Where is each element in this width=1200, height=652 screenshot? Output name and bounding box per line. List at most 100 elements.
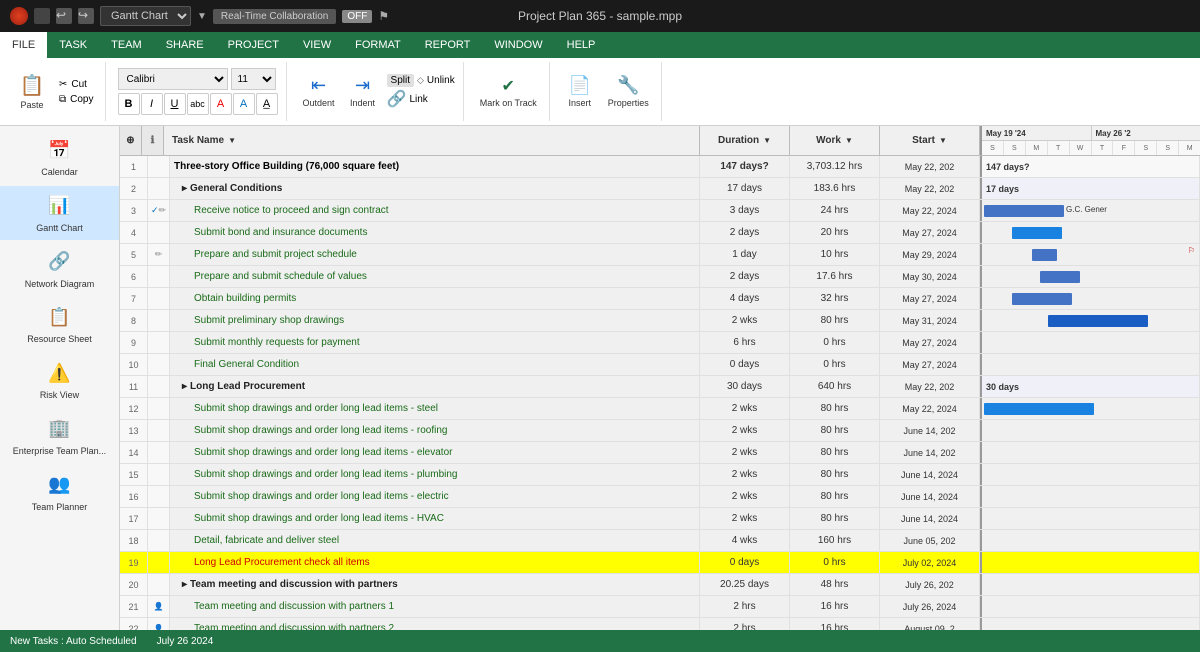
task-name-cell-12[interactable]: Submit shop drawings and order long lead… [170,398,700,419]
task-name-cell-1[interactable]: Three-story Office Building (76,000 squa… [170,156,700,177]
duration-cell-20[interactable]: 20.25 days [700,574,790,595]
table-row[interactable]: 12 Submit shop drawings and order long l… [120,398,1200,420]
work-cell-19[interactable]: 0 hrs [790,552,880,573]
work-cell-10[interactable]: 0 hrs [790,354,880,375]
task-name-cell-3[interactable]: Receive notice to proceed and sign contr… [170,200,700,221]
highlight-button[interactable]: A [210,93,232,115]
duration-cell-12[interactable]: 2 wks [700,398,790,419]
duration-cell-17[interactable]: 2 wks [700,508,790,529]
table-row[interactable]: 1 Three-story Office Building (76,000 sq… [120,156,1200,178]
task-name-cell-18[interactable]: Detail, fabricate and deliver steel [170,530,700,551]
duration-cell-8[interactable]: 2 wks [700,310,790,331]
start-cell-2[interactable]: May 22, 202 [880,178,980,199]
tab-help[interactable]: HELP [555,32,608,58]
start-cell-4[interactable]: May 27, 2024 [880,222,980,243]
table-row[interactable]: 4 Submit bond and insurance documents 2 … [120,222,1200,244]
task-name-cell-4[interactable]: Submit bond and insurance documents [170,222,700,243]
table-row[interactable]: 16 Submit shop drawings and order long l… [120,486,1200,508]
header-task-name[interactable]: Task Name ▼ [164,126,700,155]
tab-window[interactable]: WINDOW [482,32,554,58]
table-row[interactable]: 11 ▸ Long Lead Procurement 30 days 640 h… [120,376,1200,398]
table-row[interactable]: 19 Long Lead Procurement check all items… [120,552,1200,574]
duration-cell-11[interactable]: 30 days [700,376,790,397]
work-cell-7[interactable]: 32 hrs [790,288,880,309]
work-cell-12[interactable]: 80 hrs [790,398,880,419]
copy-button[interactable]: ⧉ Copy [56,93,97,106]
table-row[interactable]: 8 Submit preliminary shop drawings 2 wks… [120,310,1200,332]
indent-button[interactable]: ⇥ Indent [345,73,381,110]
duration-cell-19[interactable]: 0 days [700,552,790,573]
start-cell-3[interactable]: May 22, 2024 [880,200,980,221]
start-cell-8[interactable]: May 31, 2024 [880,310,980,331]
table-row[interactable]: 9 Submit monthly requests for payment 6 … [120,332,1200,354]
sidebar-item-resource[interactable]: 📋 Resource Sheet [0,297,119,351]
duration-cell-2[interactable]: 17 days [700,178,790,199]
duration-cell-6[interactable]: 2 days [700,266,790,287]
work-cell-13[interactable]: 80 hrs [790,420,880,441]
duration-cell-3[interactable]: 3 days [700,200,790,221]
color-button[interactable]: A [233,93,255,115]
start-cell-17[interactable]: June 14, 2024 [880,508,980,529]
task-name-cell-10[interactable]: Final General Condition [170,354,700,375]
task-name-cell-11[interactable]: ▸ Long Lead Procurement [170,376,700,397]
sidebar-item-network[interactable]: 🔗 Network Diagram [0,242,119,296]
task-name-cell-22[interactable]: Team meeting and discussion with partner… [170,618,700,630]
task-name-cell-6[interactable]: Prepare and submit schedule of values [170,266,700,287]
font-size-select[interactable]: 11 [231,68,276,90]
work-cell-5[interactable]: 10 hrs [790,244,880,265]
duration-cell-9[interactable]: 6 hrs [700,332,790,353]
work-cell-18[interactable]: 160 hrs [790,530,880,551]
task-name-cell-17[interactable]: Submit shop drawings and order long lead… [170,508,700,529]
work-cell-17[interactable]: 80 hrs [790,508,880,529]
bold-button[interactable]: B [118,93,140,115]
duration-cell-4[interactable]: 2 days [700,222,790,243]
table-row[interactable]: 17 Submit shop drawings and order long l… [120,508,1200,530]
collab-state[interactable]: OFF [342,10,372,23]
table-row[interactable]: 18 Detail, fabricate and deliver steel 4… [120,530,1200,552]
work-cell-14[interactable]: 80 hrs [790,442,880,463]
start-cell-14[interactable]: June 14, 202 [880,442,980,463]
work-cell-3[interactable]: 24 hrs [790,200,880,221]
start-cell-5[interactable]: May 29, 2024 [880,244,980,265]
task-name-cell-2[interactable]: ▸ General Conditions [170,178,700,199]
table-row[interactable]: 14 Submit shop drawings and order long l… [120,442,1200,464]
table-row[interactable]: 6 Prepare and submit schedule of values … [120,266,1200,288]
task-name-cell-16[interactable]: Submit shop drawings and order long lead… [170,486,700,507]
task-name-cell-15[interactable]: Submit shop drawings and order long lead… [170,464,700,485]
tab-team[interactable]: TEAM [99,32,154,58]
task-name-cell-19[interactable]: Long Lead Procurement check all items [170,552,700,573]
mark-on-track-button[interactable]: ✔ Mark on Track [476,74,541,110]
tab-project[interactable]: PROJECT [216,32,291,58]
header-duration[interactable]: Duration ▼ [700,126,790,155]
start-cell-7[interactable]: May 27, 2024 [880,288,980,309]
undo-button[interactable]: ↩ [56,8,72,24]
task-name-cell-14[interactable]: Submit shop drawings and order long lead… [170,442,700,463]
tab-report[interactable]: REPORT [413,32,483,58]
start-cell-1[interactable]: May 22, 202 [880,156,980,177]
duration-cell-10[interactable]: 0 days [700,354,790,375]
start-cell-10[interactable]: May 27, 2024 [880,354,980,375]
work-cell-9[interactable]: 0 hrs [790,332,880,353]
work-cell-16[interactable]: 80 hrs [790,486,880,507]
cut-button[interactable]: ✂ Cut [56,78,97,91]
work-cell-15[interactable]: 80 hrs [790,464,880,485]
unlink-button[interactable]: Unlink [427,75,455,86]
link-label[interactable]: Link [409,94,427,105]
duration-cell-1[interactable]: 147 days? [700,156,790,177]
start-cell-12[interactable]: May 22, 2024 [880,398,980,419]
table-row[interactable]: 13 Submit shop drawings and order long l… [120,420,1200,442]
start-cell-6[interactable]: May 30, 2024 [880,266,980,287]
table-row[interactable]: 20 ▸ Team meeting and discussion with pa… [120,574,1200,596]
work-cell-20[interactable]: 48 hrs [790,574,880,595]
insert-button[interactable]: 📄 Insert [562,73,598,110]
header-work[interactable]: Work ▼ [790,126,880,155]
tab-file[interactable]: FILE [0,32,47,58]
table-row[interactable]: 10 Final General Condition 0 days 0 hrs … [120,354,1200,376]
start-cell-11[interactable]: May 22, 202 [880,376,980,397]
work-cell-22[interactable]: 16 hrs [790,618,880,630]
header-start[interactable]: Start ▼ [880,126,980,155]
tab-format[interactable]: FORMAT [343,32,413,58]
italic-button[interactable]: I [141,93,163,115]
table-row[interactable]: 3 ✓ ✏ Receive notice to proceed and sign… [120,200,1200,222]
tab-task[interactable]: TASK [47,32,99,58]
